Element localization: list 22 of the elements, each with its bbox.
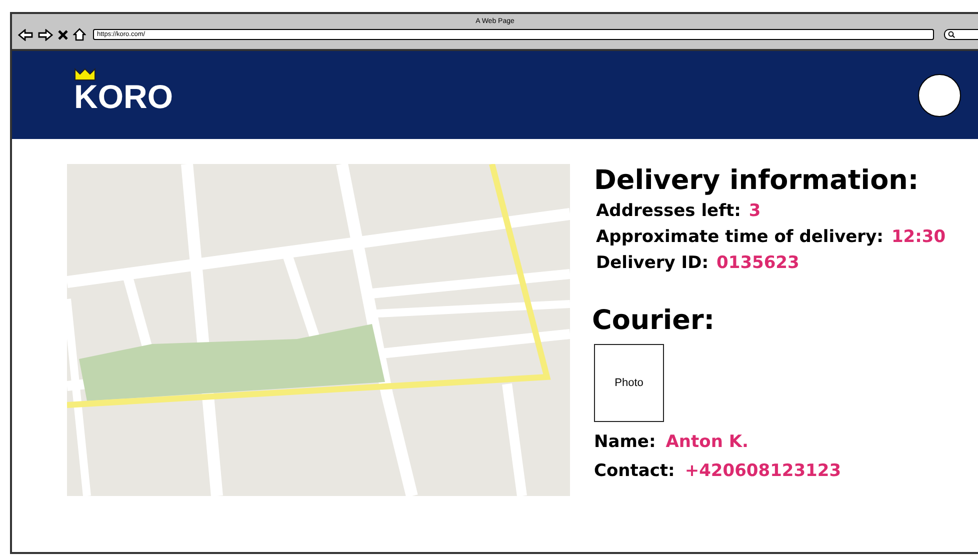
back-icon[interactable] — [18, 28, 33, 40]
field-label: Contact: — [594, 460, 675, 483]
field-value: +420608123123 — [684, 460, 842, 483]
crown-icon — [74, 68, 96, 80]
section-heading: Courier: — [592, 304, 716, 338]
section-heading: Delivery information: — [594, 164, 920, 198]
field-value: 0135623 — [716, 252, 800, 275]
logo[interactable]: KORO — [74, 80, 173, 112]
field-label: Approximate time of delivery: — [596, 226, 884, 249]
field-label: Delivery ID: — [596, 252, 709, 275]
close-icon[interactable] — [58, 30, 68, 40]
field-value: 3 — [748, 200, 761, 223]
search-icon — [948, 31, 955, 38]
photo-label: Photo — [614, 377, 644, 389]
forward-icon[interactable] — [38, 28, 53, 40]
home-icon[interactable] — [73, 28, 86, 41]
field-value: Anton K. — [666, 431, 748, 454]
field-label: Name: — [594, 431, 656, 454]
field-value: 12:30 — [891, 226, 946, 249]
field-label: Addresses left: — [596, 200, 741, 223]
search-field[interactable] — [944, 29, 978, 40]
avatar[interactable] — [918, 74, 961, 116]
